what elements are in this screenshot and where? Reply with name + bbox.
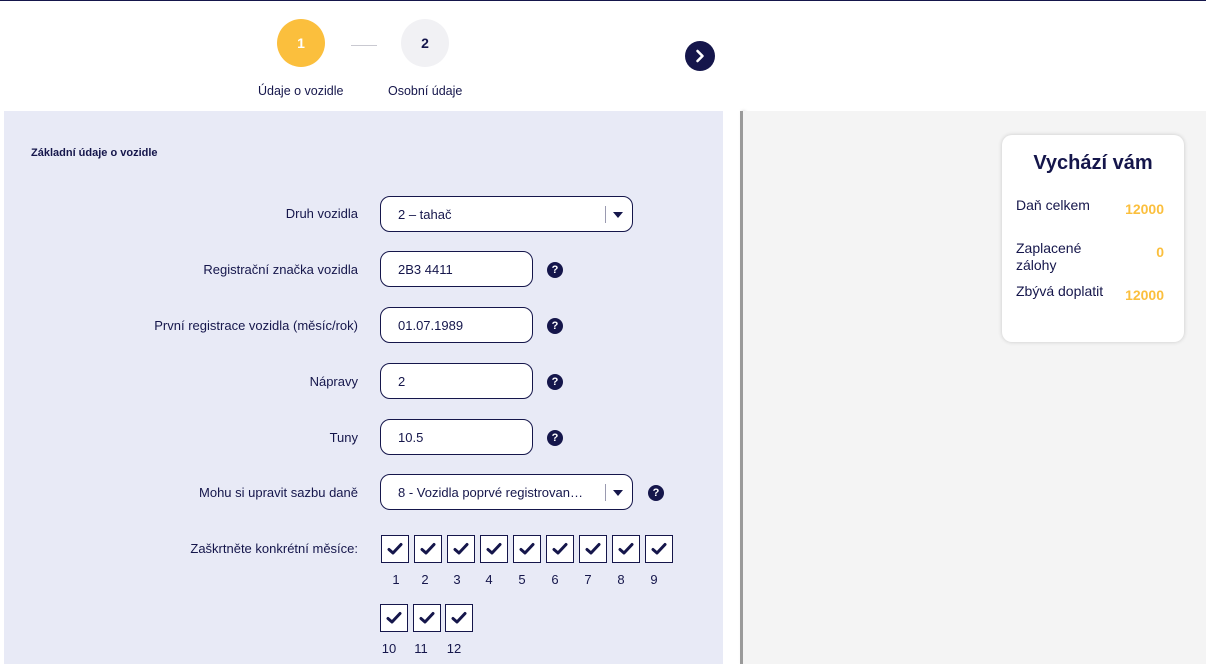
checkmark-icon <box>387 543 403 555</box>
checkmark-icon <box>453 543 469 555</box>
druh-vozidla-value: 2 – tahač <box>398 206 452 222</box>
month-number-8: 8 <box>617 572 625 587</box>
month-number-5: 5 <box>518 572 526 587</box>
month-number-12: 12 <box>446 641 462 656</box>
vehicle-form-panel: Základní údaje o vozidle Druh vozidla 2 … <box>4 111 723 664</box>
step-2-indicator[interactable]: 2 <box>401 19 449 67</box>
summary-value-zbyva-doplatit: 12000 <box>1125 287 1164 303</box>
summary-label-zbyva-doplatit: Zbývá doplatit <box>1016 283 1104 299</box>
step-1-indicator[interactable]: 1 <box>277 19 325 67</box>
registracni-znacka-input[interactable]: 2B3 4411 <box>380 251 533 287</box>
month-number-6: 6 <box>551 572 559 587</box>
summary-value-dan-celkem: 12000 <box>1125 201 1164 217</box>
help-icon[interactable]: ? <box>547 374 563 390</box>
prvni-registrace-input[interactable]: 01.07.1989 <box>380 307 533 343</box>
sazba-dane-label: Mohu si upravit sazbu daně <box>199 485 358 500</box>
registracni-znacka-label: Registrační značka vozidla <box>203 262 358 277</box>
checkmark-icon <box>420 543 436 555</box>
summary-card: Vychází vám Daň celkem 12000 Zaplacené z… <box>1002 135 1184 342</box>
month-number-3: 3 <box>453 572 461 587</box>
prvni-registrace-value: 01.07.1989 <box>398 317 464 333</box>
druh-vozidla-label: Druh vozidla <box>285 206 358 221</box>
month-number-7: 7 <box>584 572 592 587</box>
next-step-button[interactable] <box>685 41 715 71</box>
month-number-10: 10 <box>381 641 397 656</box>
summary-value-zaplacene-zalohy: 0 <box>1156 244 1164 260</box>
checkmark-icon <box>618 543 634 555</box>
select-separator <box>605 484 606 501</box>
tuny-input[interactable]: 10.5 <box>380 419 533 455</box>
month-checkbox-7[interactable] <box>579 535 607 563</box>
month-checkbox-3[interactable] <box>447 535 475 563</box>
month-number-9: 9 <box>650 572 658 587</box>
checkmark-icon <box>552 543 568 555</box>
help-icon[interactable]: ? <box>547 318 563 334</box>
month-checkbox-10[interactable] <box>380 604 408 632</box>
sazba-dane-select[interactable]: 8 - Vozidla poprvé registrovaná... <box>380 474 633 510</box>
months-label: Zaškrtněte konkrétní měsíce: <box>190 541 358 556</box>
month-checkbox-9[interactable] <box>645 535 673 563</box>
chevron-right-icon <box>696 49 704 63</box>
help-icon[interactable]: ? <box>547 262 563 278</box>
druh-vozidla-select[interactable]: 2 – tahač <box>380 196 633 232</box>
napravy-input[interactable]: 2 <box>380 363 533 399</box>
summary-title: Vychází vám <box>1033 152 1153 174</box>
prvni-registrace-label: První registrace vozidla (měsíc/rok) <box>154 318 358 333</box>
tuny-value: 10.5 <box>398 429 424 445</box>
checkmark-icon <box>386 612 402 624</box>
step-1-label: Údaje o vozidle <box>258 84 344 98</box>
month-checkbox-2[interactable] <box>414 535 442 563</box>
month-checkbox-5[interactable] <box>513 535 541 563</box>
month-checkbox-6[interactable] <box>546 535 574 563</box>
help-icon[interactable]: ? <box>547 430 563 446</box>
step-2-label: Osobní údaje <box>388 84 463 98</box>
chevron-down-icon[interactable] <box>613 490 623 496</box>
checkmark-icon <box>451 612 467 624</box>
napravy-label: Nápravy <box>309 374 358 389</box>
registracni-znacka-value: 2B3 4411 <box>398 261 453 277</box>
checkmark-icon <box>651 543 667 555</box>
month-number-2: 2 <box>421 572 429 587</box>
tuny-label: Tuny <box>329 430 358 445</box>
stepper: 1 2 Údaje o vozidle Osobní údaje <box>0 0 1206 111</box>
month-checkbox-1[interactable] <box>381 535 409 563</box>
month-checkbox-11[interactable] <box>413 604 441 632</box>
month-number-1: 1 <box>392 572 400 587</box>
checkmark-icon <box>519 543 535 555</box>
month-number-11: 11 <box>414 641 428 656</box>
step-connector <box>351 45 377 46</box>
checkmark-icon <box>486 543 502 555</box>
checkmark-icon <box>419 612 435 624</box>
napravy-value: 2 <box>398 373 406 389</box>
chevron-down-icon[interactable] <box>613 212 623 218</box>
month-checkbox-4[interactable] <box>480 535 508 563</box>
month-number-4: 4 <box>485 572 493 587</box>
checkmark-icon <box>585 543 601 555</box>
help-icon[interactable]: ? <box>648 485 664 501</box>
month-checkbox-12[interactable] <box>445 604 473 632</box>
month-checkbox-8[interactable] <box>612 535 640 563</box>
summary-label-dan-celkem: Daň celkem <box>1016 197 1090 213</box>
sazba-dane-value: 8 - Vozidla poprvé registrovaná... <box>398 484 588 500</box>
summary-label-zaplacene-zalohy: Zaplacené zálohy <box>1016 240 1082 273</box>
select-separator <box>605 206 606 223</box>
section-title: Základní údaje o vozidle <box>31 147 158 159</box>
